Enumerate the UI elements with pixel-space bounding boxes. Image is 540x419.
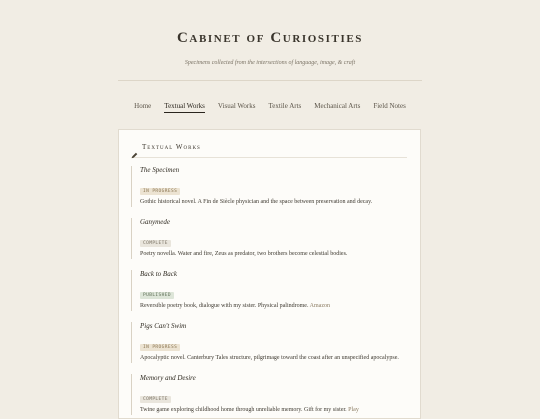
nav-item-home[interactable]: Home [134,102,151,113]
status-badge: COMPLETE [140,240,171,247]
list-item: Pigs Can't Swim IN PROGRESS Apocalyptic … [131,322,407,363]
pencil-icon [131,144,138,158]
list-item: The Specimen IN PROGRESS Gothic historic… [131,166,407,207]
header-divider [118,80,422,81]
main-nav: Home Textual Works Visual Works Textile … [0,102,540,113]
section-header: Textual Works [131,143,407,158]
site-title: Cabinet of Curiosities [176,30,363,46]
status-badge: PUBLISHED [140,292,174,299]
section-title: Textual Works [142,143,201,151]
entry-title: Ganymede [140,218,170,226]
entry-description-text: Twine game exploring childhood home thro… [140,407,347,413]
entry-description: Twine game exploring childhood home thro… [140,406,407,415]
status-badge: IN PROGRESS [140,344,181,351]
entry-title: The Specimen [140,166,180,174]
entry-description: Poetry novella. Water and fire, Zeus as … [140,251,348,257]
status-badge: IN PROGRESS [140,188,181,195]
amazon-link[interactable]: Amazon [310,303,330,309]
list-item: Memory and Desire COMPLETE Twine game ex… [131,374,407,415]
textual-works-panel: Textual Works The Specimen IN PROGRESS G… [118,129,421,419]
entry-description: Reversible poetry book, dialogue with my… [140,302,407,311]
site-header: Cabinet of Curiosities Specimens collect… [0,0,540,81]
entry-title: Back to Back [140,270,177,278]
list-item: Ganymede COMPLETE Poetry novella. Water … [131,218,407,259]
entry-description: Gothic historical novel. A Fin de Siècle… [140,199,373,205]
play-link[interactable]: Play [348,407,359,413]
nav-item-visual-works[interactable]: Visual Works [218,102,256,113]
entry-description: Apocalyptic novel. Canterbury Tales stru… [140,355,399,361]
nav-item-textual-works[interactable]: Textual Works [164,102,205,113]
entry-title: Memory and Desire [140,374,196,382]
status-badge: COMPLETE [140,396,171,403]
list-item: Back to Back PUBLISHED Reversible poetry… [131,270,407,311]
nav-item-mechanical-arts[interactable]: Mechanical Arts [314,102,360,113]
site-subtitle: Specimens collected from the intersectio… [184,60,356,66]
nav-item-textile-arts[interactable]: Textile Arts [269,102,302,113]
entry-title: Pigs Can't Swim [140,322,187,330]
nav-item-field-notes[interactable]: Field Notes [373,102,405,113]
entry-description-text: Reversible poetry book, dialogue with my… [140,303,309,309]
